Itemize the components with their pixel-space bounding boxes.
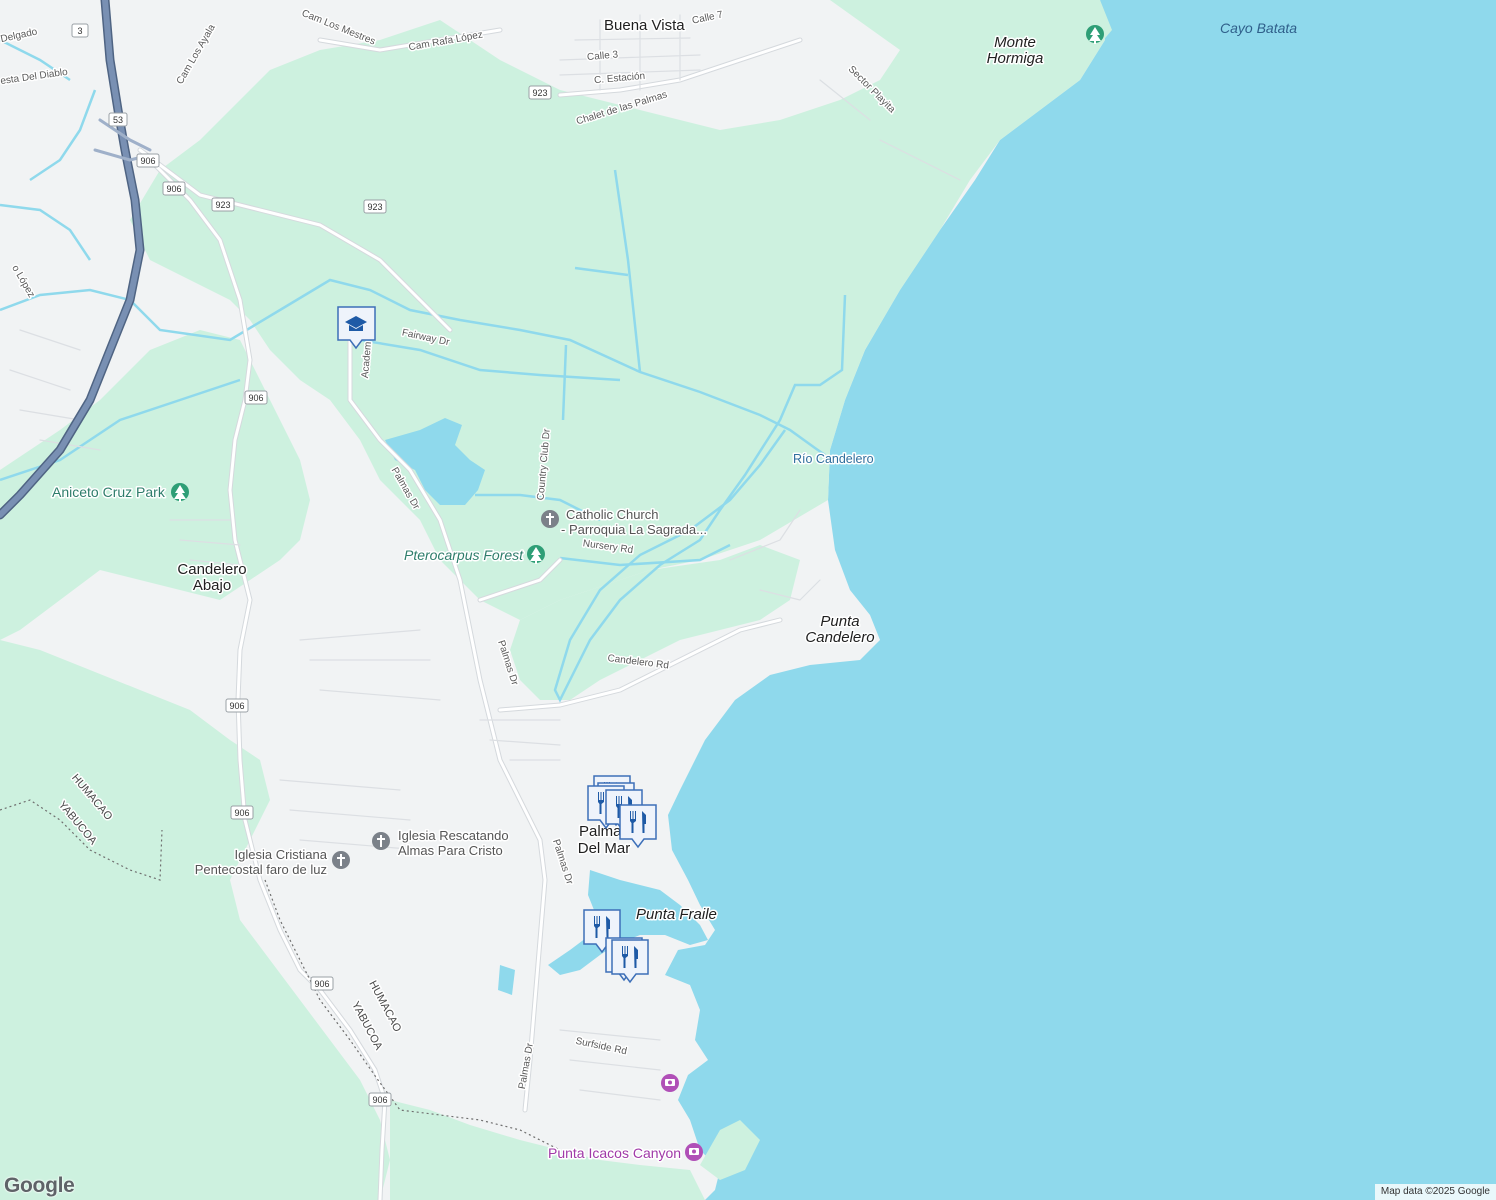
svg-text:923: 923: [367, 202, 382, 212]
route-shield-923: 923: [211, 197, 235, 212]
route-shield-906: 906: [136, 153, 160, 168]
poi-label-pterocarpus-forest: Pterocarpus Forest: [404, 547, 524, 563]
svg-text:906: 906: [229, 701, 244, 711]
place-label-candelero-abajo-2: Abajo: [193, 577, 231, 594]
svg-text:923: 923: [215, 200, 230, 210]
google-logo: Google: [4, 1174, 75, 1197]
poi-label-iglesia-cristiana-1: Iglesia Cristiana: [235, 847, 328, 862]
route-shield-923: 923: [528, 85, 552, 100]
poi-label-catholic-church-1: Catholic Church: [566, 507, 659, 522]
place-label-monte-hormiga-2: Hormiga: [987, 50, 1044, 67]
route-shield-906: 906: [230, 805, 254, 820]
poi-label-punta-icacos-canyon: Punta Icacos Canyon: [548, 1145, 681, 1161]
svg-text:906: 906: [314, 979, 329, 989]
svg-text:906: 906: [234, 808, 249, 818]
svg-text:906: 906: [140, 156, 155, 166]
route-shield-906: 906: [368, 1092, 392, 1107]
svg-text:923: 923: [532, 88, 547, 98]
place-label-punta-fraile: Punta Fraile: [636, 906, 717, 923]
route-shield-923: 923: [363, 199, 387, 214]
place-label-punta-candelero-2: Candelero: [805, 629, 874, 646]
poi-label-aniceto-cruz-park: Aniceto Cruz Park: [52, 484, 166, 500]
route-shield-906: 906: [310, 976, 334, 991]
svg-text:906: 906: [166, 184, 181, 194]
poi-punta-icacos-canyon[interactable]: Punta Icacos Canyon: [547, 1143, 703, 1163]
place-label-punta-candelero-1: Punta: [820, 613, 859, 630]
camera-icon-lens: [668, 1080, 672, 1085]
svg-text:906: 906: [372, 1095, 387, 1105]
place-label-buena-vista: Buena Vista: [604, 17, 685, 34]
svg-text:906: 906: [248, 393, 263, 403]
place-label-palmas-del-mar-2: Del Mar: [578, 840, 631, 857]
svg-text:3: 3: [77, 26, 82, 36]
map-attribution: Map data ©2025 Google: [1374, 1184, 1496, 1200]
svg-text:53: 53: [113, 115, 123, 125]
route-shield-3: 3: [71, 23, 89, 38]
route-shield-53: 53: [108, 112, 128, 127]
poi-label-catholic-church-2: - Parroquia La Sagrada...: [561, 522, 707, 537]
poi-label-iglesia-rescatando-1: Iglesia Rescatando: [398, 828, 509, 843]
camera-icon-lens: [692, 1149, 696, 1154]
route-shield-906: 906: [162, 181, 186, 196]
poi-label-iglesia-rescatando-2: Almas Para Cristo: [398, 843, 503, 858]
poi-camera-spot[interactable]: [661, 1074, 679, 1092]
route-shield-906: 906: [244, 390, 268, 405]
route-shield-906: 906: [225, 698, 249, 713]
water-label-rio-candelero: Río Candelero: [793, 452, 874, 466]
place-label-candelero-abajo-1: Candelero: [177, 561, 246, 578]
poi-label-iglesia-cristiana-2: Pentecostal faro de luz: [195, 862, 327, 877]
place-label-cayo-batata: Cayo Batata: [1220, 20, 1297, 36]
map-canvas[interactable]: 3 53 906 906 923 923 923 906 906 906 906…: [0, 0, 1496, 1200]
place-label-monte-hormiga-1: Monte: [994, 34, 1036, 51]
